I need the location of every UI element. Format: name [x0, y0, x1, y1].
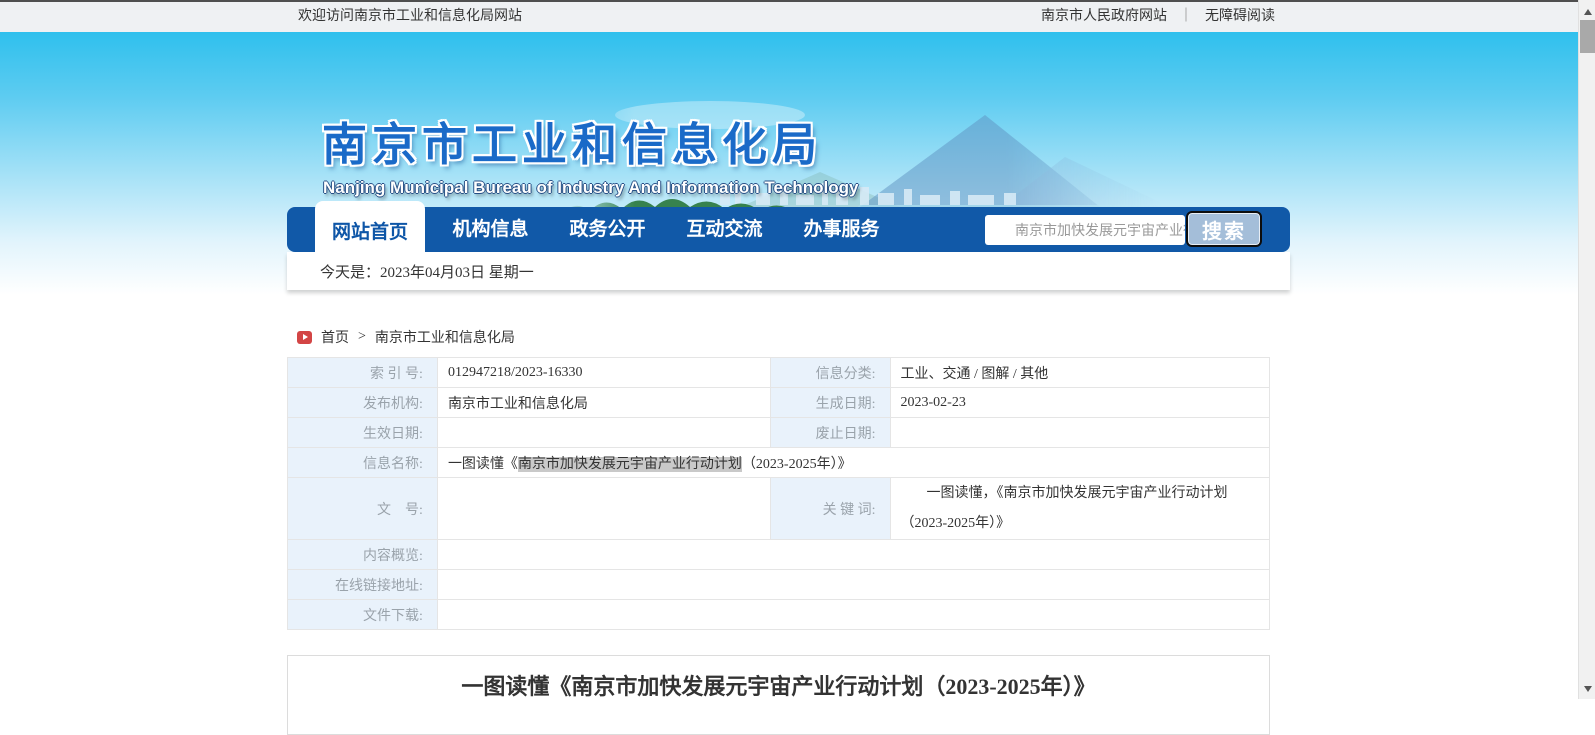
content-overview-label: 内容概览:: [288, 540, 438, 570]
generate-date-label: 生成日期:: [770, 388, 890, 418]
topbar-separator: ｜: [1179, 2, 1193, 32]
document-info-table: 索 引 号: 012947218/2023-16330 信息分类: 工业、交通 …: [287, 357, 1270, 630]
info-category-label: 信息分类:: [770, 358, 890, 388]
main-navigation: 网站首页 机构信息 政务公开 互动交流 办事服务 搜索: [287, 207, 1290, 252]
welcome-text: 欢迎访问南京市工业和信息化局网站: [298, 2, 522, 32]
tab-interaction[interactable]: 互动交流: [666, 207, 783, 252]
tab-gov-affairs[interactable]: 政务公开: [549, 207, 666, 252]
file-download-value: [437, 600, 1269, 630]
scroll-down-button[interactable]: [1579, 680, 1595, 697]
table-row: 索 引 号: 012947218/2023-16330 信息分类: 工业、交通 …: [288, 358, 1270, 388]
article-title: 一图读懂《南京市加快发展元宇宙产业行动计划（2023-2025年）》: [461, 674, 1095, 699]
generate-date-value: 2023-02-23: [890, 388, 1269, 418]
date-bar: 今天是：2023年04月03日 星期一: [287, 252, 1290, 290]
tab-services[interactable]: 办事服务: [783, 207, 900, 252]
index-number-value: 012947218/2023-16330: [437, 358, 770, 388]
online-link-value: [437, 570, 1269, 600]
doc-number-value: [437, 478, 770, 540]
effective-date-value: [437, 418, 770, 448]
table-row: 内容概览:: [288, 540, 1270, 570]
info-name-prefix: 一图读懂《: [448, 457, 518, 472]
info-name-suffix: （2023-2025年）》: [742, 457, 852, 472]
index-number-label: 索 引 号:: [288, 358, 438, 388]
repeal-date-label: 废止日期:: [770, 418, 890, 448]
breadcrumb: 首页 > 南京市工业和信息化局: [297, 327, 515, 347]
scroll-down-icon: [1584, 686, 1592, 692]
nav-card: 网站首页 机构信息 政务公开 互动交流 办事服务 搜索 今天是：2023年04月…: [287, 207, 1290, 290]
topbar-links: 南京市人民政府网站 ｜ 无障碍阅读: [1041, 2, 1275, 32]
top-utility-bar: 欢迎访问南京市工业和信息化局网站 南京市人民政府网站 ｜ 无障碍阅读: [0, 2, 1578, 32]
effective-date-label: 生效日期:: [288, 418, 438, 448]
file-download-label: 文件下载:: [288, 600, 438, 630]
info-name-highlighted-text: 南京市加快发展元宇宙产业行动计划: [518, 457, 742, 472]
info-category-value: 工业、交通 / 图解 / 其他: [890, 358, 1269, 388]
table-row: 文 号: 关 键 词: 一图读懂，《南京市加快发展元宇宙产业行动计划（2023-…: [288, 478, 1270, 540]
keywords-label: 关 键 词:: [770, 478, 890, 540]
doc-number-label: 文 号:: [288, 478, 438, 540]
info-name-value: 一图读懂《南京市加快发展元宇宙产业行动计划（2023-2025年）》: [437, 448, 1269, 478]
tab-home[interactable]: 网站首页: [315, 201, 425, 259]
search-input[interactable]: [985, 215, 1185, 245]
breadcrumb-home[interactable]: 首页: [321, 327, 349, 347]
accessibility-link[interactable]: 无障碍阅读: [1205, 2, 1275, 32]
article-panel: 一图读懂《南京市加快发展元宇宙产业行动计划（2023-2025年）》: [287, 655, 1270, 735]
tab-org-info[interactable]: 机构信息: [432, 207, 549, 252]
vertical-scrollbar[interactable]: [1578, 0, 1595, 699]
publisher-value: 南京市工业和信息化局: [437, 388, 770, 418]
table-row: 信息名称: 一图读懂《南京市加快发展元宇宙产业行动计划（2023-2025年）》: [288, 448, 1270, 478]
scroll-up-button[interactable]: [1579, 3, 1595, 20]
gov-website-link[interactable]: 南京市人民政府网站: [1041, 2, 1167, 32]
table-row: 生效日期: 废止日期:: [288, 418, 1270, 448]
repeal-date-value: [890, 418, 1269, 448]
site-subtitle-english: Nanjing Municipal Bureau of Industry And…: [323, 178, 859, 198]
online-link-label: 在线链接地址:: [288, 570, 438, 600]
content-overview-value: [437, 540, 1269, 570]
keywords-value: 一图读懂，《南京市加快发展元宇宙产业行动计划（2023-2025年）》: [890, 478, 1269, 540]
home-icon: [297, 331, 312, 344]
today-date-text: 今天是：2023年04月03日 星期一: [320, 261, 534, 282]
info-name-label: 信息名称:: [288, 448, 438, 478]
breadcrumb-separator: >: [358, 329, 366, 345]
site-title: 南京市工业和信息化局: [322, 108, 822, 173]
table-row: 在线链接地址:: [288, 570, 1270, 600]
nav-tab-row: 机构信息 政务公开 互动交流 办事服务: [432, 207, 900, 252]
search-button[interactable]: 搜索: [1186, 211, 1262, 247]
table-row: 文件下载:: [288, 600, 1270, 630]
scroll-up-icon: [1584, 9, 1592, 15]
scrollbar-thumb[interactable]: [1580, 20, 1595, 53]
publisher-label: 发布机构:: [288, 388, 438, 418]
table-row: 发布机构: 南京市工业和信息化局 生成日期: 2023-02-23: [288, 388, 1270, 418]
breadcrumb-current[interactable]: 南京市工业和信息化局: [375, 327, 515, 347]
